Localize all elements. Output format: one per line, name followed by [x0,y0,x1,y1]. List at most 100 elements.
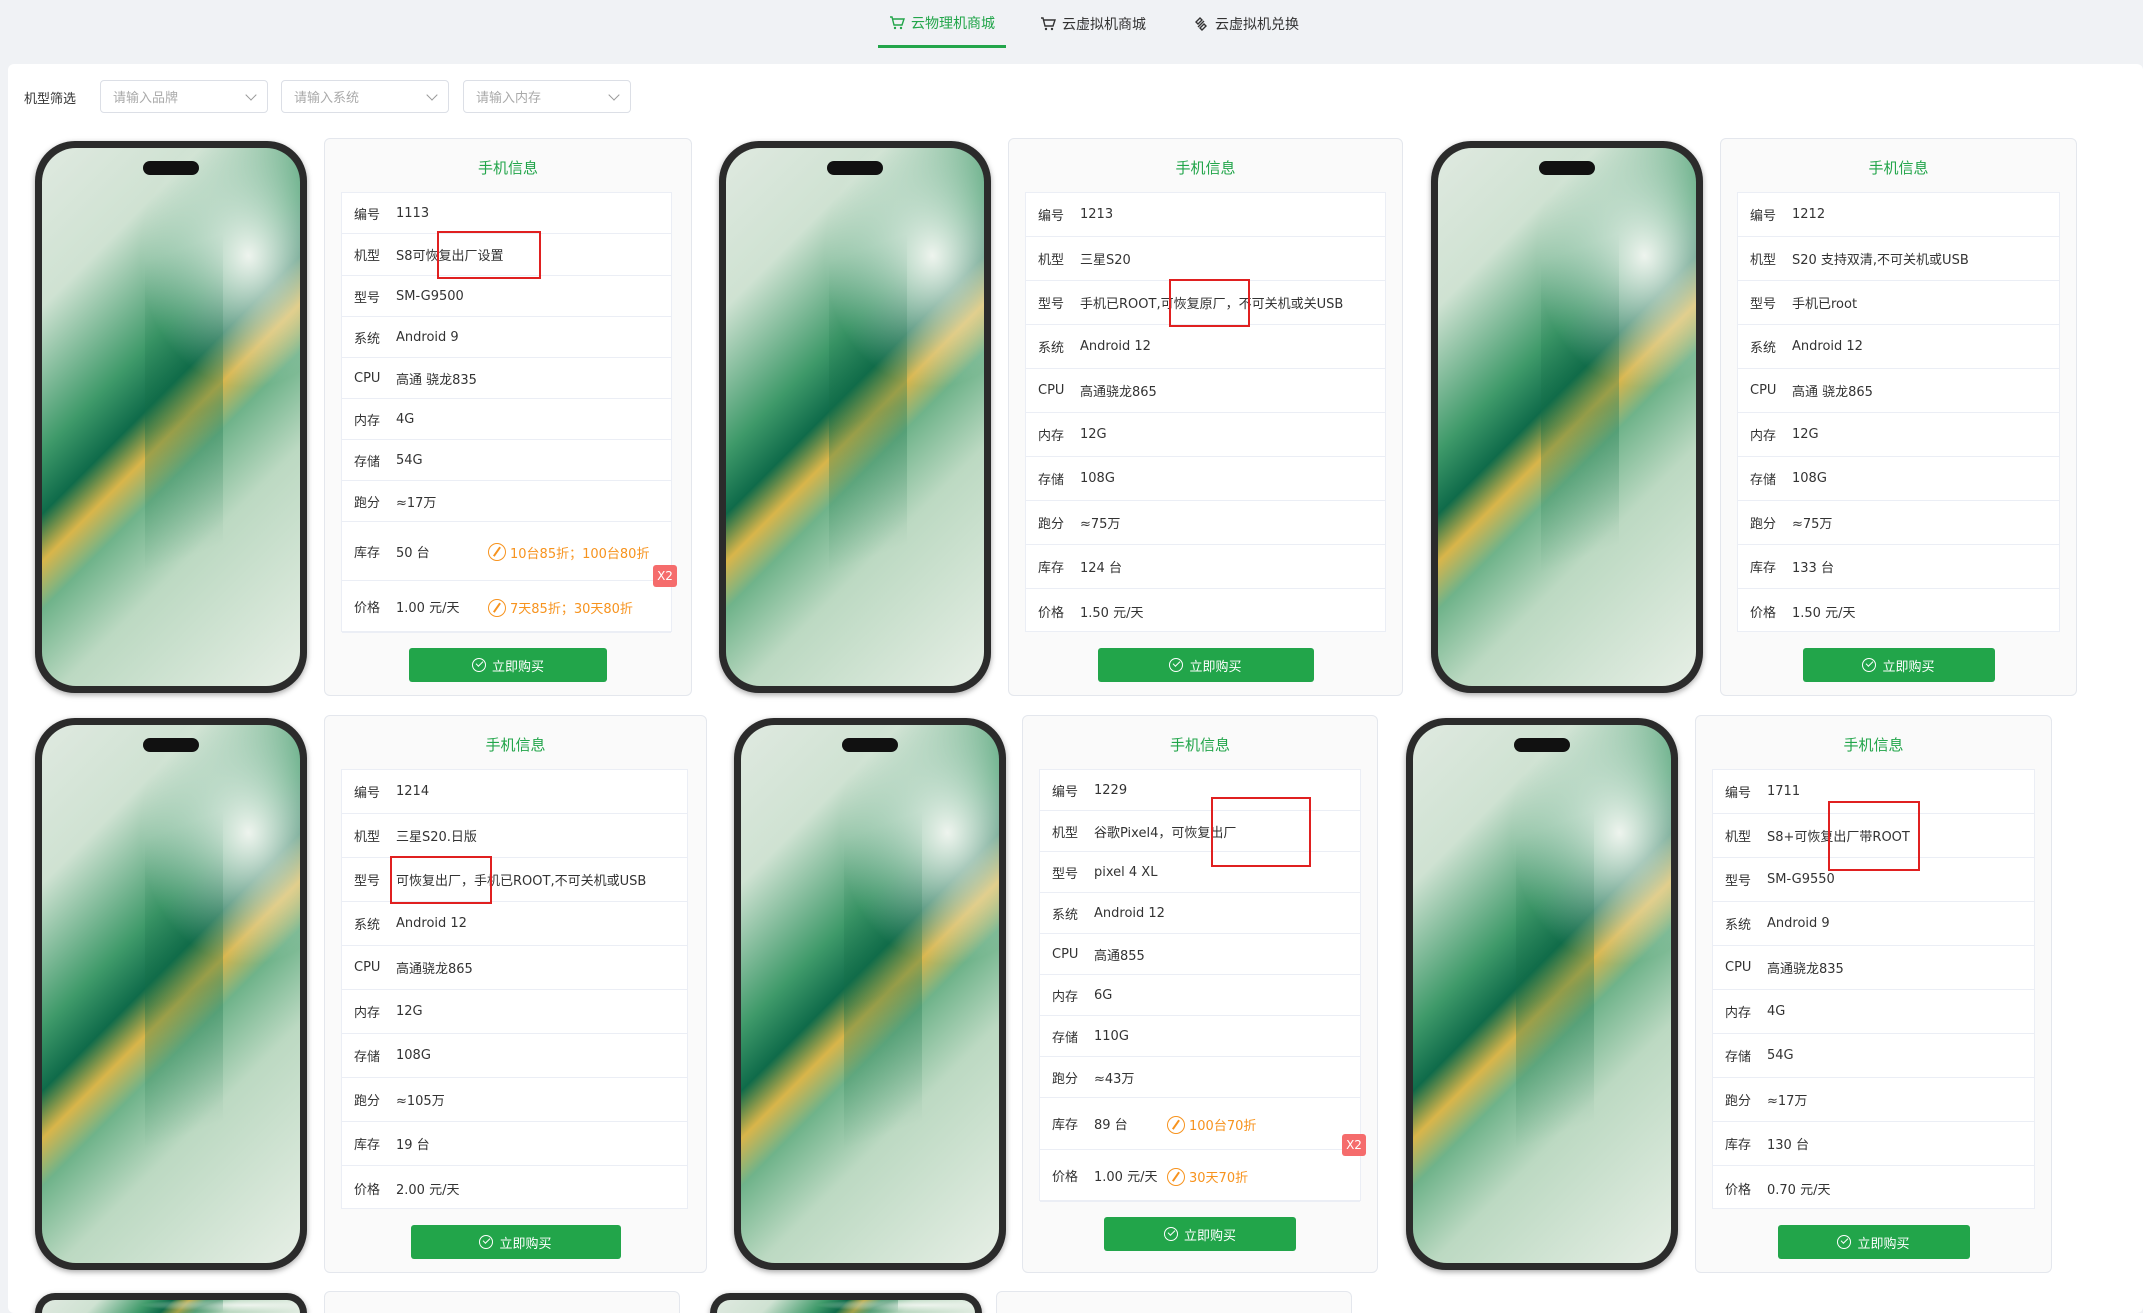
info-value: 1711 [1767,784,1801,799]
info-key: 系统 [1725,918,1752,933]
info-value: 1214 [396,784,430,799]
buy-now-button[interactable]: 立即购买 [410,1225,621,1259]
info-value: Android 12 [1094,905,1165,921]
info-value: 1.00 元/天 [396,601,460,616]
info-value: 4G [1767,1004,1786,1019]
info-row-model: 机型 S8+可恢复出厂带ROOT [1713,814,2034,858]
buy-label: 立即购买 [1183,1228,1236,1244]
info-value: 高通 骁龙865 [1792,385,1873,400]
info-value: SM-G9500 [396,288,464,304]
card-title: 手机信息 [477,159,538,177]
info-value: ≈75万 [1792,517,1833,532]
stock-discount: 10台85折；100台80折 [488,543,649,562]
info-value: 三星S20.日版 [396,830,477,845]
info-row-system: 系统 Android 12 [1040,893,1360,934]
phone-image [1406,718,1678,1270]
info-row-cpu: CPU 高通855 [1040,934,1360,975]
info-row-system: 系统 Android 9 [342,317,671,358]
product-card [996,1291,1352,1313]
tab-virtual-exchange[interactable]: 云虚拟机兑换 [1193,0,1299,48]
info-value: 124 台 [1080,561,1122,576]
tab-virtual-store[interactable]: 云虚拟机商城 [1040,0,1146,48]
info-value: 50 台 [396,545,430,561]
info-row-system: 系统 Android 12 [1738,325,2059,369]
info-key: CPU [1750,383,1777,398]
info-value: 1213 [1080,207,1114,222]
buy-now-button[interactable]: 立即购买 [1777,1225,1970,1259]
info-row-price: 价格 0.70 元/天 [1713,1166,2034,1210]
tab-physical-store[interactable]: 云物理机商城 [878,0,1006,48]
exchange-icon [1195,17,1207,31]
brand-select[interactable]: 请输入品牌 [100,80,268,113]
buy-label: 立即购买 [491,659,544,675]
info-key: 存储 [1725,1050,1752,1065]
info-value: 6G [1094,987,1113,1003]
info-key: 内存 [1750,429,1777,444]
info-value: 12G [1792,427,1819,442]
info-value: 89 台 [1094,1118,1128,1133]
check-circle-icon [1862,658,1877,672]
info-value: 54G [396,452,423,468]
buy-now-button[interactable]: 立即购买 [1097,648,1314,682]
buy-label: 立即购买 [1189,659,1242,675]
check-circle-icon [1837,1235,1852,1249]
price-discount: 7天85折；30天80折 [488,598,633,617]
buy-now-button[interactable]: 立即购买 [1802,648,1995,682]
info-row-cpu: CPU 高通骁龙865 [1026,369,1385,413]
card-title: 手机信息 [485,736,546,754]
cart-icon [890,15,905,29]
phone-image [719,141,991,693]
card-title: 手机信息 [1868,159,1929,177]
info-row-model: 机型 谷歌Pixel4，可恢复出厂 [1040,811,1360,852]
info-key: 存储 [1052,1030,1079,1046]
info-row-id: 编号 1229 [1040,770,1360,811]
stock-discount-text: 10台85折；100台80折 [510,546,650,562]
system-select[interactable]: 请输入系统 [281,80,449,113]
info-key: 编号 [1725,786,1752,801]
info-value: S8可恢复出厂设置 [396,249,504,264]
info-value: 三星S20 [1080,253,1131,268]
buy-label: 立即购买 [1882,659,1935,675]
info-value: 高通骁龙835 [1767,962,1844,977]
info-row-memory: 内存 12G [1026,413,1385,457]
info-row-type: 型号 SM-G9550 [1713,858,2034,902]
phone-image [35,1293,307,1313]
info-row-score: 跑分 ≈75万 [1738,501,2059,545]
info-key: 存储 [354,454,381,470]
info-key: CPU [1038,383,1065,398]
info-key: 跑分 [1725,1094,1752,1109]
memory-placeholder: 请输入内存 [476,91,542,106]
info-value: 2.00 元/天 [396,1182,460,1198]
info-key: 型号 [1052,866,1079,882]
info-value: Android 9 [1767,916,1830,931]
phone-image [35,141,307,693]
info-value: 1.50 元/天 [1080,605,1144,621]
info-value: 108G [1080,471,1115,486]
check-circle-icon [1163,1227,1178,1241]
info-value: 54G [1767,1048,1794,1063]
info-row-memory: 内存 12G [342,990,687,1034]
info-value: 19 台 [396,1138,430,1153]
phone-image [35,718,307,1270]
price-discount-text: 7天85折；30天80折 [510,602,633,617]
info-row-stock: 库存 133 台 [1738,545,2059,589]
info-value: 1.00 元/天 [1094,1170,1158,1185]
memory-select[interactable]: 请输入内存 [463,80,631,113]
chevron-down-icon [426,88,438,101]
info-row-model: 机型 三星S20 [1026,237,1385,281]
info-row-type: 型号 可恢复出厂，手机已ROOT,不可关机或USB [342,858,687,902]
info-table: 编号 1229 机型 谷歌Pixel4，可恢复出厂 型号 pixel 4 XL 系统 Andr… [1039,769,1366,1202]
info-key: 内存 [354,1006,381,1021]
info-key: 库存 [1038,561,1065,576]
info-value: Android 9 [396,329,459,345]
discount-icon [488,543,506,561]
info-value: 高通855 [1094,948,1145,964]
price-discount: 30天70折 [1167,1167,1248,1186]
cart-icon [1041,17,1056,31]
info-table: 编号 1214 机型 三星S20.日版 型号 可恢复出厂，手机已ROOT,不可关机或USB… [341,769,688,1209]
tab-label: 云虚拟机兑换 [1215,17,1299,33]
buy-now-button[interactable]: 立即购买 [1104,1217,1296,1251]
buy-now-button[interactable]: 立即购买 [409,648,607,682]
info-row-id: 编号 1214 [342,770,687,814]
info-table: 编号 1113 机型 S8可恢复出厂设置 型号 SM-G9500 系统 Android 9 CP… [341,192,677,633]
